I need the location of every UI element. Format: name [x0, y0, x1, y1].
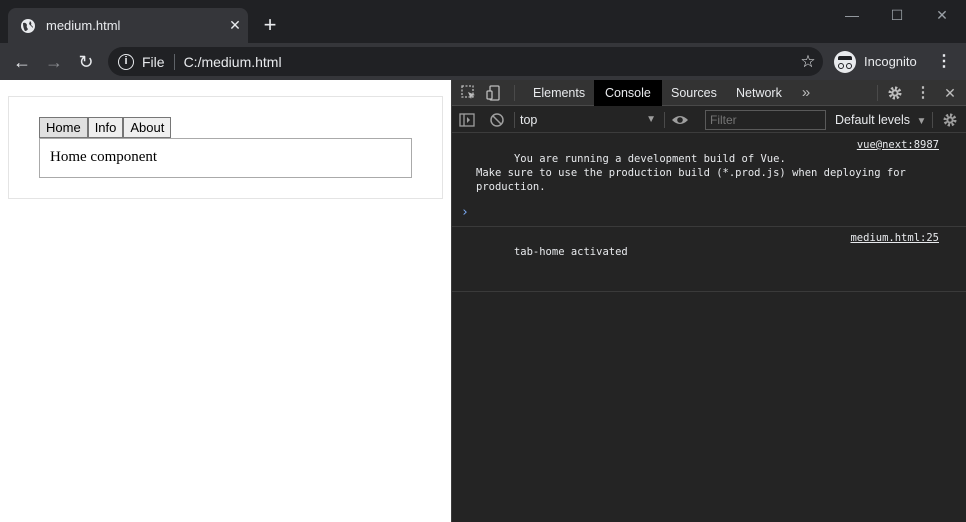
console-output[interactable]: You are running a development build of V… — [452, 134, 966, 522]
info-icon[interactable]: i — [118, 53, 134, 70]
console-settings-gear-icon[interactable] — [941, 111, 959, 129]
url-scheme-label: File — [142, 53, 165, 70]
console-message: You are running a development build of V… — [452, 134, 966, 227]
new-tab-button[interactable]: + — [258, 13, 282, 37]
log-levels-label: Default levels — [835, 113, 911, 127]
app-container: Home Info About Home component — [8, 96, 443, 199]
tab-bar-divider — [514, 85, 515, 101]
levels-caret-icon: ▼ — [916, 116, 927, 127]
page-viewport: Home Info About Home component — [0, 80, 451, 522]
maximize-button[interactable]: ☐ — [874, 4, 920, 26]
clear-console-icon[interactable] — [488, 111, 506, 129]
sidebar-toggle-icon[interactable] — [458, 111, 476, 129]
forward-button[interactable]: → — [40, 48, 68, 76]
console-filter-bar: top ▼ Default levels ▼ — [452, 107, 966, 133]
devtools-panel: Elements Console Sources Network » ⋮ ✕ t… — [451, 80, 966, 522]
close-devtools-icon[interactable]: ✕ — [941, 84, 959, 102]
about-tab-button[interactable]: About — [123, 117, 172, 138]
incognito-label: Incognito — [864, 54, 917, 69]
console-message: tab-home activated medium.html:25 — [452, 227, 966, 292]
title-bar: medium.html ✕ + — ☐ ✕ — [0, 0, 966, 43]
more-tabs-icon[interactable]: » — [797, 84, 815, 102]
browser-tab[interactable]: medium.html ✕ — [8, 8, 248, 43]
close-tab-icon[interactable]: ✕ — [222, 17, 248, 34]
log-levels-dropdown[interactable]: Default levels ▼ — [835, 110, 926, 130]
tab-elements[interactable]: Elements — [522, 80, 596, 106]
console-filter-input[interactable] — [705, 110, 826, 130]
console-source-link[interactable]: vue@next:8987 — [857, 138, 939, 152]
close-window-button[interactable]: ✕ — [919, 4, 965, 26]
tab-console[interactable]: Console — [594, 80, 662, 106]
omnibox-divider — [173, 53, 175, 70]
back-button[interactable]: ← — [8, 48, 36, 76]
console-message-text: tab-home activated — [513, 246, 628, 258]
console-source-link[interactable]: medium.html:25 — [850, 231, 939, 245]
inspect-element-icon[interactable] — [460, 84, 478, 102]
console-message-text: You are running a development build of V… — [476, 153, 906, 193]
tab-title: medium.html — [46, 18, 121, 33]
tab-network[interactable]: Network — [725, 80, 793, 106]
home-tab-button[interactable]: Home — [39, 117, 88, 138]
tab-button-group: Home Info About — [39, 117, 172, 138]
incognito-icon — [834, 50, 856, 73]
devtools-menu-icon[interactable]: ⋮ — [914, 84, 932, 102]
browser-menu-icon[interactable]: ⋮ — [936, 52, 952, 72]
settings-gear-icon[interactable] — [886, 84, 904, 102]
filter-bar-divider-3 — [932, 112, 933, 128]
reload-button[interactable]: ↻ — [72, 48, 100, 76]
dropdown-caret-icon: ▼ — [646, 114, 656, 125]
browser-toolbar: ← → ↻ i File C:/medium.html ☆ Incognito … — [0, 43, 966, 80]
context-value: top — [520, 113, 538, 127]
tab-sources[interactable]: Sources — [660, 80, 728, 106]
bookmark-star-icon[interactable]: ☆ — [793, 52, 823, 72]
filter-bar-divider-2 — [664, 112, 665, 128]
incognito-indicator[interactable]: Incognito — [834, 48, 917, 75]
console-prompt-icon[interactable]: › — [461, 205, 469, 220]
filter-bar-divider — [514, 112, 515, 128]
device-toolbar-icon[interactable] — [485, 84, 503, 102]
context-selector[interactable]: top ▼ — [520, 110, 656, 130]
globe-icon — [21, 18, 35, 33]
info-tab-button[interactable]: Info — [87, 117, 124, 138]
tab-content-panel: Home component — [39, 138, 412, 178]
minimize-button[interactable]: — — [829, 4, 875, 26]
address-bar[interactable]: i File C:/medium.html ☆ — [108, 47, 823, 76]
url-text[interactable]: C:/medium.html — [184, 54, 793, 70]
live-expression-eye-icon[interactable] — [671, 111, 689, 129]
devtools-tab-bar: Elements Console Sources Network » ⋮ ✕ — [452, 80, 966, 106]
tab-bar-divider-right — [877, 85, 878, 101]
